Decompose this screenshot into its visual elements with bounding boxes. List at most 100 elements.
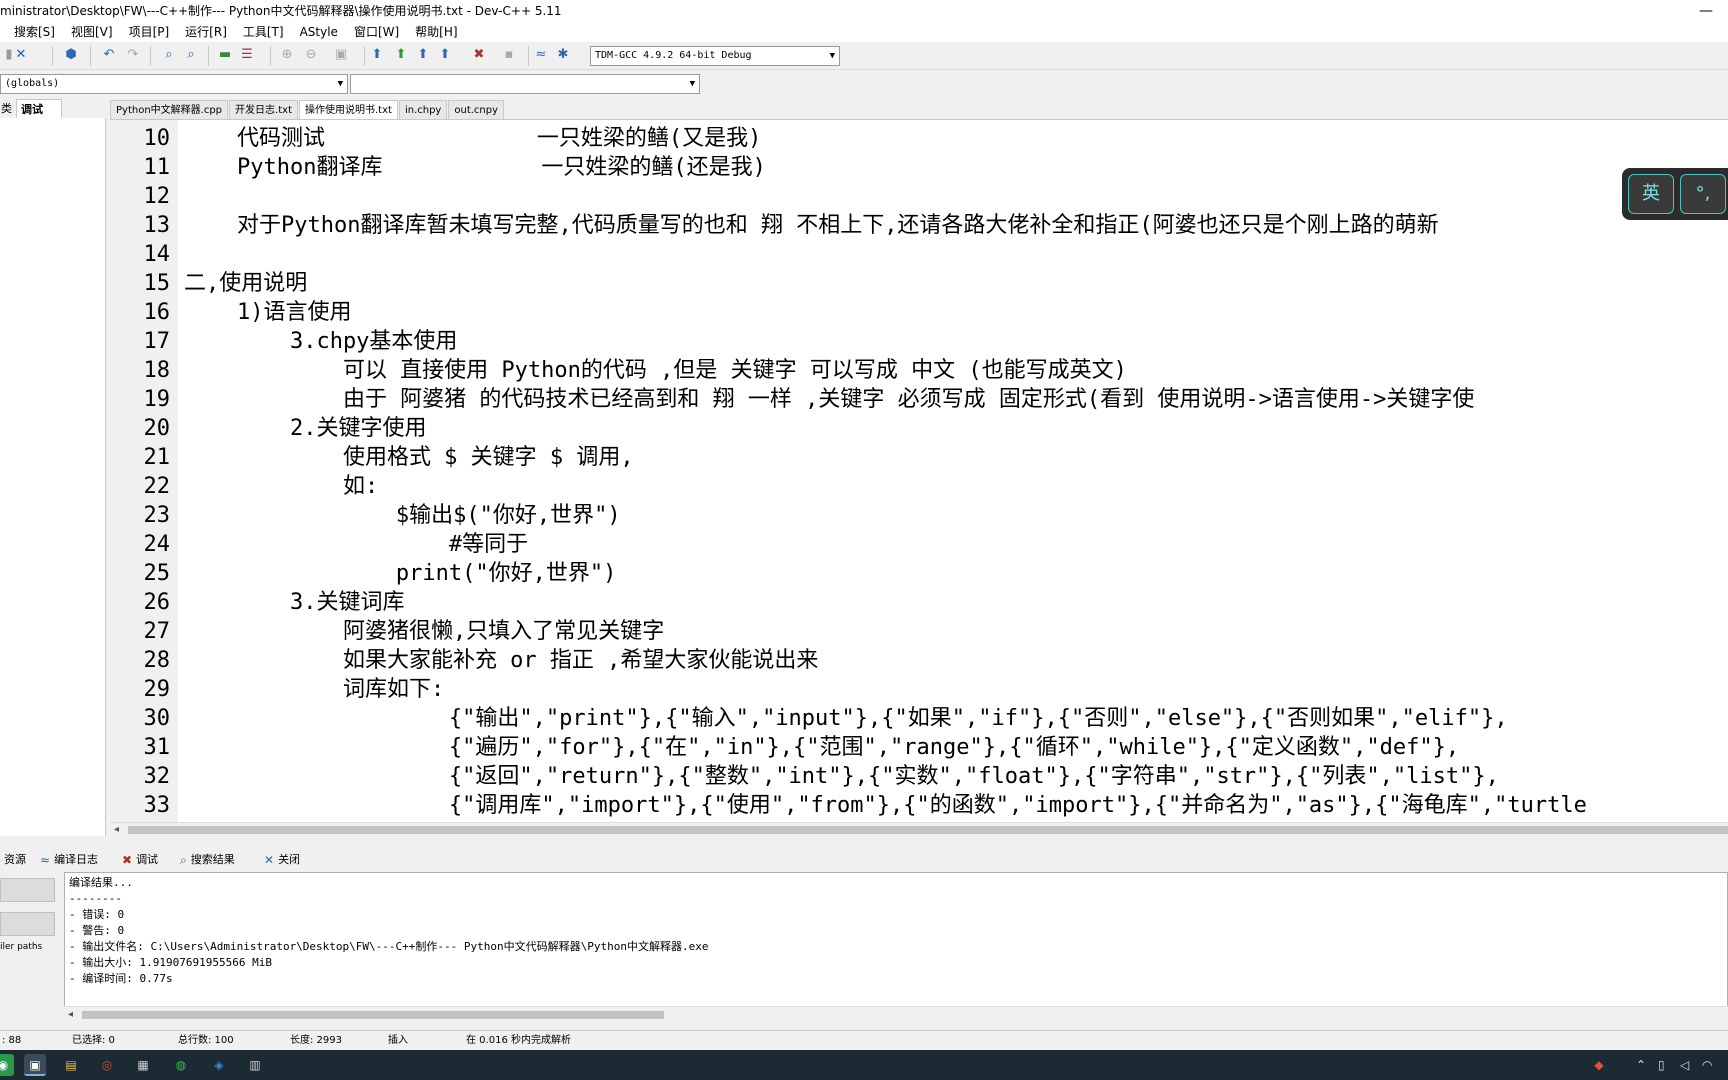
- code-line[interactable]: 19 由于 阿婆猪 的代码技术已经高到和 翔 一样 ,关键字 必须写成 固定形式…: [110, 385, 1728, 414]
- code-line[interactable]: 12: [110, 182, 1728, 211]
- start-icon[interactable]: ◉: [0, 1054, 14, 1076]
- compiler-paths-label: iler paths: [0, 942, 43, 952]
- unindent-icon[interactable]: ☰: [238, 46, 256, 64]
- code-line[interactable]: 23 $输出$("你好,世界"): [110, 501, 1728, 530]
- tab-search-results-label: 搜索结果: [190, 853, 235, 866]
- side-button[interactable]: [0, 912, 55, 936]
- code-line[interactable]: 26 3.关键词库: [110, 588, 1728, 617]
- code-line[interactable]: 32 {"返回","return"},{"整数","int"},{"实数","f…: [110, 762, 1728, 791]
- class-scope-select[interactable]: (globals) ▼: [0, 74, 348, 94]
- code-line[interactable]: 10 代码测试 一只姓梁的鳝(又是我): [110, 124, 1728, 153]
- ime-punctuation-toggle[interactable]: °,: [1680, 174, 1726, 214]
- close-file-icon[interactable]: ✕: [12, 46, 30, 64]
- line-number: 29: [143, 677, 171, 702]
- menu-project[interactable]: 项目[P]: [121, 22, 178, 42]
- wifi-icon[interactable]: ◠: [1702, 1056, 1712, 1074]
- devcpp-task-icon[interactable]: ▣: [24, 1054, 46, 1076]
- code-line[interactable]: 22 如:: [110, 472, 1728, 501]
- editor-scroll-thumb[interactable]: [128, 826, 1728, 834]
- code-line[interactable]: 17 3.chpy基本使用: [110, 327, 1728, 356]
- tab-debug[interactable]: ✖ 调试: [122, 850, 158, 870]
- code-editor[interactable]: 10 代码测试 一只姓梁的鳝(又是我) 11 Python翻译库 一只姓梁的鳝(还…: [110, 119, 1728, 822]
- ime-language-toggle[interactable]: 英: [1628, 174, 1674, 214]
- tab-classes[interactable]: 类: [0, 99, 13, 119]
- compile-icon[interactable]: ⬆: [368, 46, 386, 64]
- tab-python-cpp[interactable]: Python中文解释器.cpp: [110, 100, 229, 119]
- code-line[interactable]: 29 词库如下:: [110, 675, 1728, 704]
- compiler-select[interactable]: TDM-GCC 4.9.2 64-bit Debug ▼: [590, 46, 840, 66]
- tab-close[interactable]: ✕ 关闭: [264, 850, 300, 870]
- new-project-icon[interactable]: ⊕: [278, 46, 296, 64]
- find-icon[interactable]: ⌕: [160, 46, 178, 64]
- menu-window[interactable]: 窗口[W]: [346, 22, 407, 42]
- app-k-icon[interactable]: ◈: [208, 1054, 230, 1076]
- chrome-icon[interactable]: ◎: [96, 1054, 118, 1076]
- tab-resources[interactable]: 资源: [4, 850, 26, 870]
- code-line[interactable]: 15 二,使用说明: [110, 269, 1728, 298]
- menu-tools[interactable]: 工具[T]: [235, 22, 292, 42]
- tab-search-results[interactable]: ⌕ 搜索结果: [180, 850, 235, 870]
- network-icon[interactable]: ▯: [1658, 1056, 1665, 1074]
- tab-debug-left[interactable]: 调试: [16, 99, 62, 119]
- remove-project-icon[interactable]: ⊖: [302, 46, 320, 64]
- chevron-left-icon[interactable]: ◂: [68, 1007, 73, 1023]
- code-line[interactable]: 28 如果大家能补充 or 指正 ,希望大家伙能说出来: [110, 646, 1728, 675]
- menu-run[interactable]: 运行[R]: [177, 22, 235, 42]
- compile-run-icon[interactable]: ⬆: [414, 46, 432, 64]
- log-line: - 编译时间: 0.77s: [69, 972, 173, 985]
- log-horizontal-scrollbar[interactable]: ◂: [64, 1006, 1728, 1022]
- file-explorer-icon[interactable]: ▤: [60, 1054, 82, 1076]
- code-line[interactable]: 18 可以 直接使用 Python的代码 ,但是 关键字 可以写成 中文 (也能…: [110, 356, 1728, 385]
- ime-toolbar: 英 °,: [1622, 168, 1728, 220]
- menu-astyle[interactable]: AStyle: [292, 22, 346, 42]
- undo-icon[interactable]: ↶: [100, 46, 118, 64]
- menu-help[interactable]: 帮助[H]: [407, 22, 465, 42]
- code-line[interactable]: 11 Python翻译库 一只姓梁的鳝(还是我): [110, 153, 1728, 182]
- calculator-icon[interactable]: ▦: [132, 1054, 154, 1076]
- replace-icon[interactable]: ⌕: [182, 46, 200, 64]
- notepad-icon[interactable]: ▥: [244, 1054, 266, 1076]
- code-line[interactable]: 30 {"输出","print"},{"输入","input"},{"如果","…: [110, 704, 1728, 733]
- log-scroll-thumb[interactable]: [82, 1011, 664, 1019]
- status-parse-time: 在 0.016 秒内完成解析: [466, 1035, 571, 1046]
- tab-dev-log[interactable]: 开发日志.txt: [229, 100, 298, 119]
- project-options-icon[interactable]: ▣: [332, 46, 350, 64]
- code-line[interactable]: 24 #等同于: [110, 530, 1728, 559]
- code-line[interactable]: 25 print("你好,世界"): [110, 559, 1728, 588]
- code-line[interactable]: 16 1)语言使用: [110, 298, 1728, 327]
- tab-manual[interactable]: 操作使用说明书.txt: [299, 100, 398, 119]
- profile-icon[interactable]: ≈: [532, 46, 550, 64]
- stop-icon[interactable]: ▪: [500, 46, 518, 64]
- code-line[interactable]: 33 {"调用库","import"},{"使用","from"},{"的函数"…: [110, 791, 1728, 820]
- code-line[interactable]: 20 2.关键字使用: [110, 414, 1728, 443]
- chevron-left-icon[interactable]: ◂: [114, 823, 119, 837]
- tab-in-chpy[interactable]: in.chpy: [398, 100, 448, 119]
- code-line[interactable]: 13 对于Python翻译库暂未填写完整,代码质量写的也和 翔 不相上下,还请各…: [110, 211, 1728, 240]
- volume-icon[interactable]: ◁: [1680, 1056, 1689, 1074]
- menu-view[interactable]: 视图[V]: [63, 22, 121, 42]
- redo-icon[interactable]: ↷: [124, 46, 142, 64]
- member-scope-select[interactable]: ▼: [350, 74, 700, 94]
- code-line[interactable]: 21 使用格式 $ 关键字 $ 调用,: [110, 443, 1728, 472]
- code-line[interactable]: 27 阿婆猪很懒,只填入了常见关键字: [110, 617, 1728, 646]
- chevron-up-icon[interactable]: ⌃: [1636, 1056, 1646, 1074]
- run-icon[interactable]: ⬆: [392, 46, 410, 64]
- code-line[interactable]: 14: [110, 240, 1728, 269]
- indent-icon[interactable]: ▬: [216, 46, 234, 64]
- minimize-button[interactable]: —: [1696, 0, 1716, 22]
- sogou-ime-icon[interactable]: ◆: [1588, 1054, 1610, 1076]
- print-icon[interactable]: ⬢: [62, 46, 80, 64]
- tab-compile-log[interactable]: ≈ 编译日志: [40, 850, 98, 870]
- status-total-lines: 总行数: 100: [178, 1035, 234, 1046]
- wechat-icon[interactable]: ◍: [170, 1054, 192, 1076]
- compile-log-icon: ≈: [40, 853, 51, 867]
- compile-log-output[interactable]: 编译结果... -------- - 错误: 0 - 警告: 0 - 输出文件名…: [64, 872, 1728, 1008]
- rebuild-icon[interactable]: ⬆: [436, 46, 454, 64]
- delete-profile-icon[interactable]: ✱: [554, 46, 572, 64]
- side-button[interactable]: [0, 878, 55, 902]
- code-line[interactable]: 31 {"遍历","for"},{"在","in"},{"范围","range"…: [110, 733, 1728, 762]
- tab-out-cnpy[interactable]: out.cnpy: [448, 100, 505, 119]
- editor-horizontal-scrollbar[interactable]: ◂: [110, 822, 1728, 836]
- menu-search[interactable]: 搜索[S]: [0, 22, 63, 42]
- debug-icon[interactable]: ✖: [470, 46, 488, 64]
